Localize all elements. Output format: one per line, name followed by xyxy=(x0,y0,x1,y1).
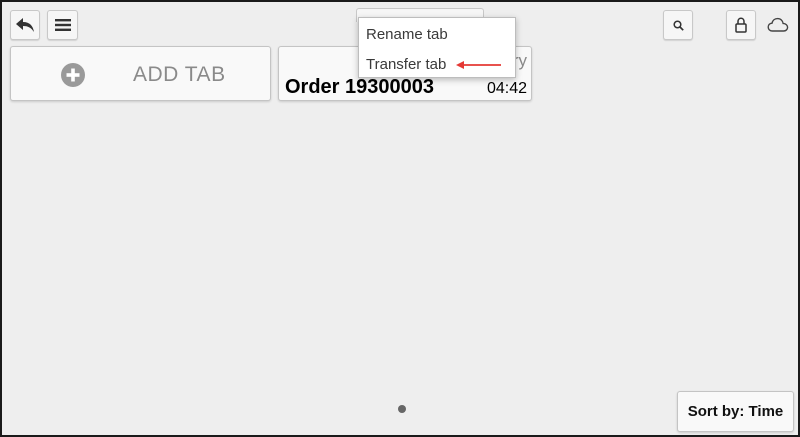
tab-context-menu: Rename tab Transfer tab xyxy=(358,17,516,78)
add-tab-button[interactable]: ADD TAB xyxy=(10,46,271,101)
add-tab-label: ADD TAB xyxy=(133,63,226,86)
menu-item-transfer-tab[interactable]: Transfer tab xyxy=(366,56,446,73)
order-tab-title: Order 19300003 xyxy=(285,76,435,98)
annotation-arrow-icon xyxy=(456,61,501,69)
lock-icon xyxy=(735,17,747,33)
menu-item-rename-tab[interactable]: Rename tab xyxy=(366,26,448,43)
lock-button[interactable] xyxy=(726,10,756,40)
plus-circle-icon xyxy=(61,63,85,87)
menu-button[interactable] xyxy=(47,10,78,40)
sort-button[interactable]: Sort by: Time xyxy=(677,391,794,432)
cloud-icon[interactable] xyxy=(767,16,789,34)
order-tab-time: 04:42 xyxy=(486,80,527,97)
back-button[interactable] xyxy=(10,10,40,40)
search-button[interactable] xyxy=(663,10,693,40)
search-icon xyxy=(672,19,684,31)
app-screen: ADD TAB ry Order 19300003 04:42 Rename t… xyxy=(0,0,800,437)
hamburger-menu-icon xyxy=(54,19,71,31)
back-arrow-icon xyxy=(16,18,34,32)
page-indicator-dot xyxy=(398,405,406,413)
